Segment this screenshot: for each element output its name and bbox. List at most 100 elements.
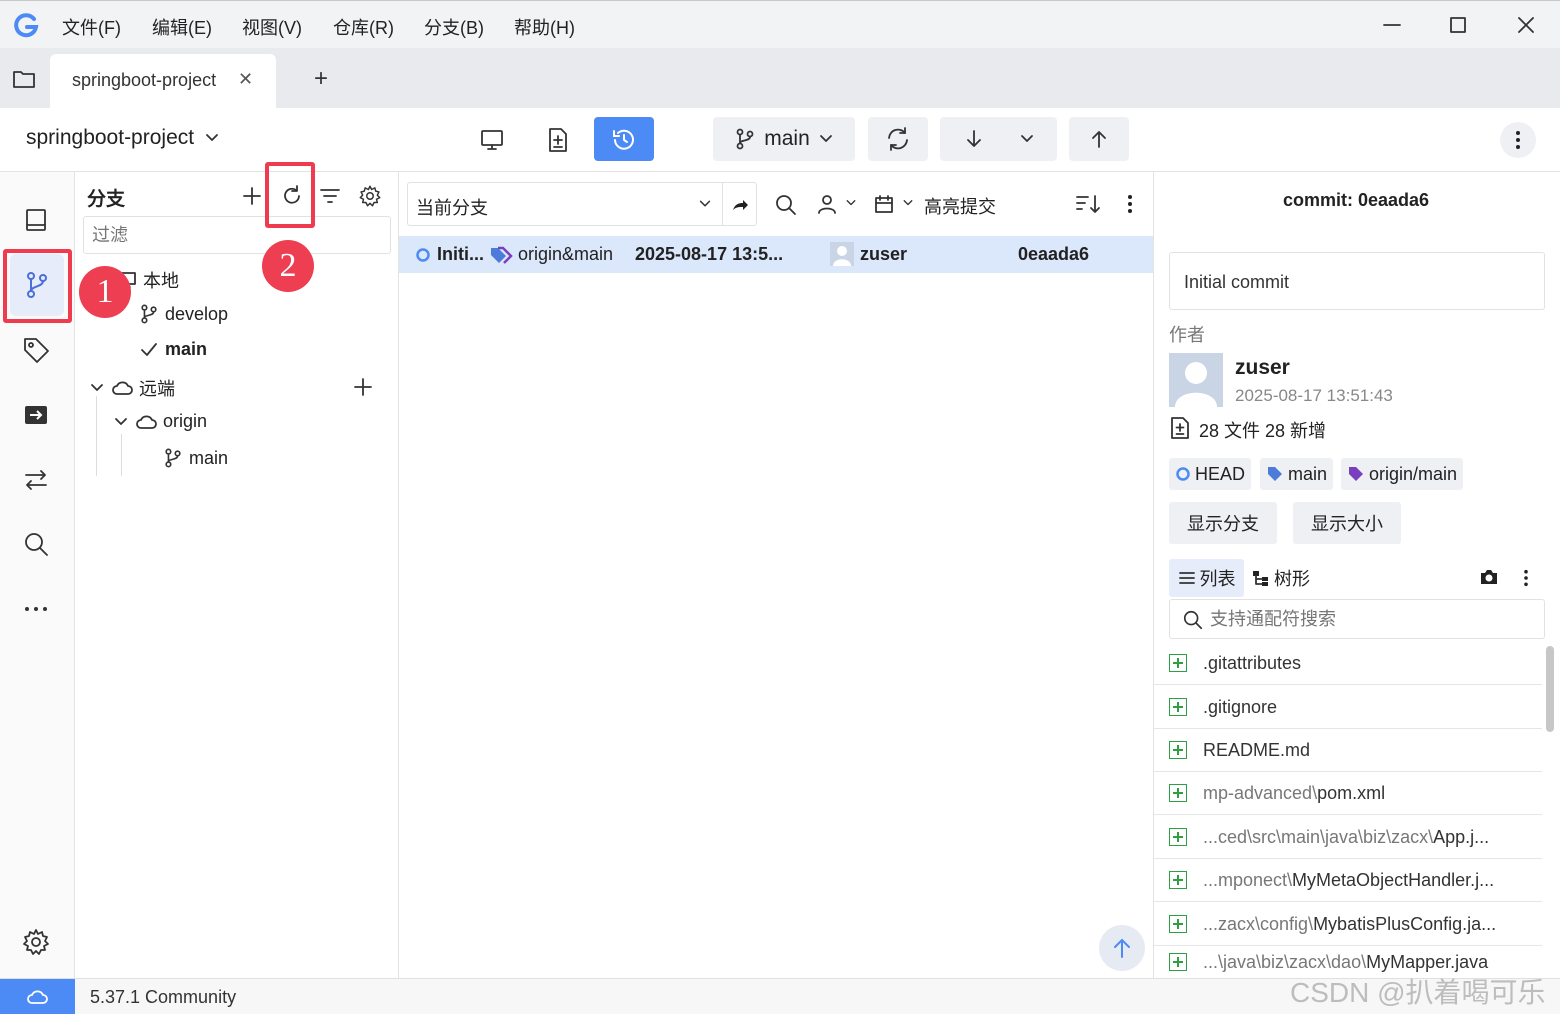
monitor-icon[interactable]: [478, 126, 506, 154]
menu-branch[interactable]: 分支(B): [424, 14, 484, 40]
tree-remote-branch-main[interactable]: main: [163, 447, 228, 469]
view-list-tab[interactable]: 列表: [1169, 559, 1244, 597]
tag-icon[interactable]: [20, 334, 52, 366]
more-vertical-icon[interactable]: [1524, 569, 1528, 587]
menu-edit[interactable]: 编辑(E): [152, 14, 212, 40]
show-branch-button[interactable]: 显示分支: [1169, 502, 1277, 544]
file-search-box[interactable]: [1169, 599, 1545, 639]
file-name: README.md: [1203, 739, 1311, 760]
file-list-item[interactable]: .gitattributes: [1154, 642, 1542, 685]
chevron-down-icon[interactable]: [902, 197, 914, 209]
branch-icon: [736, 128, 754, 150]
toolbar: springboot-project main: [0, 108, 1560, 172]
commit-row[interactable]: Initi... origin&main 2025-08-17 13:5... …: [399, 236, 1153, 273]
close-window-icon[interactable]: [1512, 11, 1540, 39]
check-icon: [141, 342, 157, 356]
new-tab-button[interactable]: +: [314, 65, 328, 93]
workspace-icon[interactable]: [20, 204, 52, 236]
commit-message-text: Initial commit: [1184, 272, 1290, 292]
commit-message-box[interactable]: Initial commit: [1169, 252, 1545, 310]
show-size-button[interactable]: 显示大小: [1293, 502, 1401, 544]
filter-icon[interactable]: [318, 184, 342, 208]
branch-icon: [165, 448, 181, 468]
menu-help[interactable]: 帮助(H): [514, 14, 575, 40]
cloud-status-button[interactable]: [0, 979, 75, 1014]
chevron-down-icon: [206, 134, 218, 141]
highlight-refresh-button: [265, 162, 315, 228]
jump-arrow-icon[interactable]: [730, 195, 750, 215]
more-horizontal-icon[interactable]: [20, 593, 52, 625]
repo-name: springboot-project: [26, 126, 195, 149]
folder-icon[interactable]: [12, 68, 36, 90]
user-filter-icon[interactable]: [815, 192, 839, 216]
chevron-down-icon[interactable]: [845, 197, 857, 209]
file-added-icon: [1169, 871, 1187, 889]
author-name: zuser: [1235, 356, 1290, 379]
file-added-icon: [1169, 784, 1187, 802]
settings-gear-icon[interactable]: [357, 183, 383, 209]
calendar-icon[interactable]: [873, 193, 895, 215]
version-label: 5.37.1 Community: [90, 987, 237, 1007]
push-button[interactable]: [1069, 117, 1129, 161]
sync-icon: [888, 127, 908, 151]
file-changes-icon: [1171, 417, 1189, 439]
avatar: [1169, 353, 1223, 407]
arrow-up-icon: [1092, 131, 1106, 148]
repo-selector[interactable]: springboot-project: [26, 126, 220, 150]
sync-button[interactable]: [868, 117, 928, 161]
branch-filter-input[interactable]: [83, 216, 391, 254]
file-dir: ...\java\biz\zacx\dao\: [1203, 951, 1367, 972]
menu-view[interactable]: 视图(V): [242, 14, 302, 40]
tree-branch-label: main: [165, 339, 208, 359]
scroll-top-button[interactable]: [1099, 925, 1145, 971]
sort-icon[interactable]: [1074, 192, 1102, 216]
file-list-item[interactable]: .gitignore: [1154, 686, 1542, 729]
tree-remote-origin[interactable]: origin: [113, 411, 207, 432]
search-icon[interactable]: [20, 528, 52, 560]
branch-panel-title: 分支: [87, 189, 126, 210]
stash-icon[interactable]: [20, 399, 52, 431]
add-branch-icon[interactable]: [241, 185, 263, 207]
file-search-input[interactable]: [1210, 606, 1530, 632]
settings-gear-icon[interactable]: [20, 926, 52, 958]
file-added-icon: [1169, 828, 1187, 846]
tab-close-icon[interactable]: ✕: [238, 69, 253, 90]
tree-branch-label: main: [189, 447, 229, 468]
minimize-icon[interactable]: [1378, 11, 1406, 39]
camera-icon[interactable]: [1479, 568, 1499, 586]
tree-remote[interactable]: 远端: [89, 375, 175, 401]
menu-file[interactable]: 文件(F): [62, 14, 121, 40]
file-changes-icon[interactable]: [544, 125, 572, 155]
file-list-item[interactable]: mp-advanced\ pom.xml: [1154, 772, 1542, 815]
file-list-item[interactable]: ...ced\src\main\java\biz\zacx\ App.j...: [1154, 816, 1542, 859]
chevron-down-icon[interactable]: [1019, 131, 1035, 147]
file-name: .gitattributes: [1203, 652, 1302, 673]
tree-branch-develop[interactable]: develop: [139, 303, 228, 325]
menu-bar: 文件(F) 编辑(E) 视图(V) 仓库(R) 分支(B) 帮助(H): [0, 0, 1560, 48]
highlight-commits-label[interactable]: 高亮提交: [924, 193, 996, 219]
file-list-item[interactable]: README.md: [1154, 729, 1542, 772]
cloud-icon: [136, 415, 157, 429]
search-icon[interactable]: [774, 193, 798, 217]
ref-chip-head[interactable]: HEAD: [1169, 458, 1252, 490]
branch-switcher[interactable]: main: [713, 117, 855, 161]
branch-scope-select[interactable]: 当前分支: [407, 182, 757, 226]
add-remote-icon[interactable]: [352, 376, 374, 398]
history-button[interactable]: [594, 117, 654, 161]
ref-chip-main[interactable]: main: [1260, 458, 1334, 490]
view-tree-tab[interactable]: 树形: [1252, 559, 1310, 597]
ref-chip-origin-main[interactable]: origin/main: [1341, 458, 1464, 490]
file-list-item[interactable]: ...mponect\ MyMetaObjectHandler.j...: [1154, 859, 1542, 902]
pull-button[interactable]: [940, 117, 1057, 161]
more-vertical-icon[interactable]: [1128, 194, 1132, 214]
compare-icon[interactable]: [20, 464, 52, 496]
commit-refs: origin&main: [518, 244, 614, 264]
menu-repository[interactable]: 仓库(R): [333, 14, 394, 40]
tab-springboot-project[interactable]: springboot-project ✕: [50, 54, 276, 108]
file-list-item[interactable]: ...zacx\config\ MybatisPlusConfig.ja...: [1154, 903, 1542, 946]
file-list-scrollbar[interactable]: [1546, 646, 1554, 732]
tree-branch-main[interactable]: main: [139, 339, 207, 360]
maximize-icon[interactable]: [1444, 11, 1472, 39]
more-options-button[interactable]: [1500, 122, 1536, 158]
branch-scope-value: 当前分支: [416, 198, 488, 218]
